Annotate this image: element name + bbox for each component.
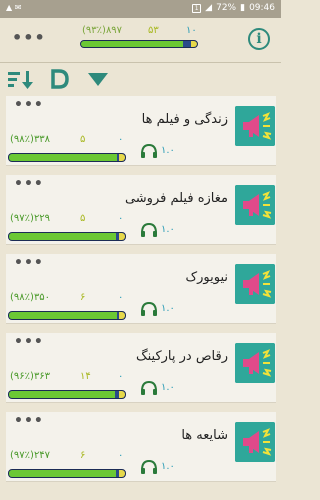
status-bar: ▲ ✉ 1 ◢ 72% ▮ 09:46 (0, 0, 281, 18)
item-title: زندگی و فیلم ها (141, 112, 228, 127)
clock: 09:46 (249, 3, 275, 13)
item-version: ۱.۰ (161, 303, 175, 314)
item-version: ۱.۰ (161, 224, 175, 235)
sort-icon[interactable] (8, 71, 34, 89)
list-item[interactable]: ••• رقاص در پارکینگ ۳۶۳(۹۶٪) ۱۴ ۰ ۱.۰ (6, 333, 276, 403)
item-menu-icon[interactable]: ••• (14, 413, 44, 429)
item-score: ۳۵۰(۹۸٪) (10, 292, 51, 303)
sim-icon: 1 (192, 3, 202, 13)
signal-icon: ◢ (205, 3, 213, 13)
item-score: ۳۶۳(۹۶٪) (10, 371, 51, 382)
item-score: ۳۳۸(۹۸٪) (10, 134, 51, 145)
list-item[interactable]: ••• زندگی و فیلم ها ۳۳۸(۹۸٪) ۵ ۰ ۱.۰ (6, 96, 276, 166)
headphones-icon (141, 301, 157, 316)
megaphone-icon (235, 106, 275, 146)
battery-icon: ▮ (240, 3, 246, 13)
info-icon[interactable]: i (248, 28, 270, 50)
megaphone-icon (235, 422, 275, 462)
item-count: ۵ (80, 134, 86, 145)
item-version: ۱.۰ (161, 461, 175, 472)
item-count: ۱۴ (80, 371, 91, 382)
megaphone-icon (235, 264, 275, 304)
headphones-icon (141, 380, 157, 395)
item-progress-bar (8, 153, 126, 162)
progress-fill (9, 233, 116, 240)
item-zero: ۰ (118, 292, 124, 303)
progress-fill (81, 41, 184, 47)
progress-fill (9, 391, 115, 398)
item-title: نیویورک (185, 270, 228, 285)
item-menu-icon[interactable]: ••• (14, 176, 44, 192)
item-zero: ۰ (118, 134, 124, 145)
item-menu-icon[interactable]: ••• (14, 97, 44, 113)
item-progress-bar (8, 311, 126, 320)
item-version: ۱.۰ (161, 382, 175, 393)
notification-icons: ▲ ✉ (6, 3, 22, 12)
battery-text: 72% (216, 3, 237, 13)
item-count: ۵ (80, 213, 86, 224)
total-count: ۵۳ (148, 25, 159, 36)
list-item[interactable]: ••• مغازه فیلم فروشی ۲۲۹(۹۷٪) ۵ ۰ ۱.۰ (6, 175, 276, 245)
more-dots-icon[interactable]: ••• (12, 28, 46, 47)
item-progress-bar (8, 232, 126, 241)
item-menu-icon[interactable]: ••• (14, 334, 44, 350)
total-progress-bar (80, 40, 198, 48)
item-zero: ۰ (118, 450, 124, 461)
item-score: ۲۴۷(۹۷٪) (10, 450, 51, 461)
app-header: ••• ۸۹۷(۹۳٪) ۵۳ ۱۰ i (0, 18, 281, 63)
total-score: ۸۹۷(۹۳٪) (82, 25, 123, 36)
item-count: ۶ (80, 292, 86, 303)
item-zero: ۰ (118, 213, 124, 224)
headphones-icon (141, 459, 157, 474)
item-menu-icon[interactable]: ••• (14, 255, 44, 271)
toolbar (0, 63, 281, 95)
item-score: ۲۲۹(۹۷٪) (10, 213, 51, 224)
filter-d-icon[interactable] (50, 69, 70, 89)
headphones-icon (141, 222, 157, 237)
list-item[interactable]: ••• نیویورک ۳۵۰(۹۸٪) ۶ ۰ ۱.۰ (6, 254, 276, 324)
progress-fill (9, 470, 116, 477)
progress-fill (9, 312, 117, 319)
item-progress-bar (8, 469, 126, 478)
megaphone-icon (235, 185, 275, 225)
item-progress-bar (8, 390, 126, 399)
item-title: شایعه ها (181, 428, 228, 443)
headphones-icon (141, 143, 157, 158)
progress-fill (9, 154, 117, 161)
item-zero: ۰ (118, 371, 124, 382)
list-item[interactable]: ••• شایعه ها ۲۴۷(۹۷٪) ۶ ۰ ۱.۰ (6, 412, 276, 482)
item-title: رقاص در پارکینگ (135, 349, 228, 364)
item-count: ۶ (80, 450, 86, 461)
item-version: ۱.۰ (161, 145, 175, 156)
filter-triangle-icon[interactable] (88, 73, 108, 87)
total-progress: ۸۹۷(۹۳٪) ۵۳ ۱۰ (80, 25, 198, 48)
item-title: مغازه فیلم فروشی (124, 191, 228, 206)
megaphone-icon (235, 343, 275, 383)
total-zero: ۱۰ (186, 25, 197, 36)
